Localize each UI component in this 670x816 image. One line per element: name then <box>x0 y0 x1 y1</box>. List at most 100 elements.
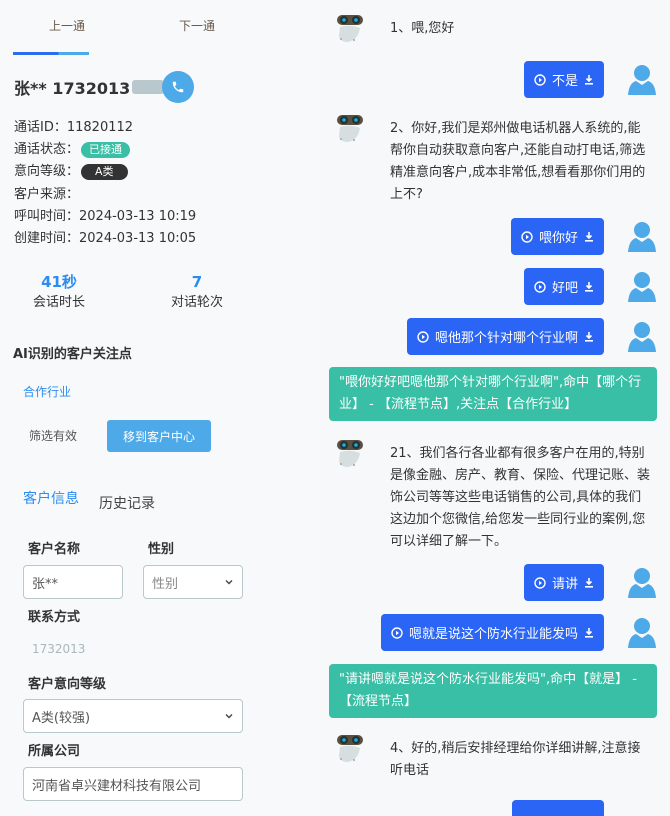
user-audio-message-partial[interactable] <box>512 800 604 816</box>
call-info-list: 通话ID： 11820112 通话状态： 已接通 意向等级： A类 客户来源： … <box>14 117 196 250</box>
download-icon <box>585 75 593 85</box>
customer-source-label: 客户来源： <box>14 186 80 202</box>
contact-label: 联系方式 <box>28 610 81 625</box>
call-id-row: 通话ID： 11820112 <box>14 117 196 139</box>
user-avatar-icon <box>624 318 660 354</box>
gender-placeholder: 性别 <box>152 576 179 592</box>
user-message-text: 喂你好 <box>538 231 578 246</box>
move-to-customer-center-button[interactable]: 移到客户中心 <box>107 420 211 452</box>
user-message-text: 好吧 <box>551 281 578 296</box>
user-avatar-icon <box>624 614 660 650</box>
phone-icon <box>173 81 184 93</box>
company-input[interactable]: 河南省卓兴建材科技有限公司 <box>23 767 243 801</box>
call-status-badge: 已接通 <box>81 142 131 159</box>
gender-label: 性别 <box>148 542 175 557</box>
intent-level-label: 意向等级： <box>14 164 80 180</box>
intent-level-row: 意向等级： A类 <box>14 161 196 183</box>
call-navigation: 上一通 下一通 <box>0 17 320 37</box>
robot-avatar-icon <box>334 12 366 46</box>
create-time-row: 创建时间： 2024-03-13 10:05 <box>14 228 196 250</box>
conversation-panel: 1、喂,您好不是 2、你好,我们是郑州做电话机器人系统的,能帮你自动获取意向客户,… <box>320 0 670 816</box>
user-avatar-icon <box>624 218 660 254</box>
play-icon <box>534 73 546 86</box>
keyword-hit-notice: "喂你好好吧嗯他那个针对哪个行业啊",命中【哪个行业】 - 【流程节点】,关注点… <box>329 367 657 421</box>
call-id-value: 11820112 <box>66 120 134 135</box>
previous-call-button[interactable]: 上一通 <box>49 17 85 34</box>
detail-tabs: 客户信息 历史记录 <box>13 488 313 524</box>
customer-title: 张** 1732013 <box>14 79 131 98</box>
intent-level-select[interactable]: A类(较强) <box>23 699 243 733</box>
intent-level-badge: A类 <box>81 164 128 181</box>
stat-duration: 41秒 会话时长 <box>9 272 109 314</box>
filter-valid-button[interactable]: 筛选有效 <box>29 427 77 444</box>
play-icon <box>534 576 546 589</box>
call-time-value: 2024-03-13 10:19 <box>79 208 197 224</box>
user-audio-message[interactable]: 喂你好 <box>510 218 604 255</box>
user-avatar-icon <box>624 268 660 304</box>
active-tab-indicator <box>13 52 89 55</box>
customer-name-label: 客户名称 <box>28 542 81 557</box>
user-message-text: 嗯他那个针对哪个行业啊 <box>434 331 578 346</box>
call-status-row: 通话状态： 已接通 <box>14 139 196 161</box>
bot-message: 2、你好,我们是郑州做电话机器人系统的,能帮你自动获取意向客户,还能自动打电话,… <box>390 121 646 202</box>
stat-rounds: 7 对话轮次 <box>147 272 247 314</box>
play-icon <box>534 280 546 293</box>
download-icon <box>585 578 593 588</box>
create-time-value: 2024-03-13 10:05 <box>79 230 197 246</box>
call-detail-page: 上一通 下一通 张** 1732013 通话ID： 11820112 通话状态：… <box>0 0 670 816</box>
download-icon <box>585 332 593 342</box>
user-message-text: 请讲 <box>551 577 578 592</box>
robot-avatar-icon <box>334 732 366 766</box>
masked-phone-segment <box>132 80 165 94</box>
user-avatar-icon <box>624 564 660 600</box>
stat-rounds-value: 7 <box>191 273 203 291</box>
tab-history[interactable]: 历史记录 <box>99 493 155 513</box>
ai-focus-tag[interactable]: 合作行业 <box>23 383 71 400</box>
stat-rounds-label: 对话轮次 <box>170 295 223 310</box>
customer-name-value: 张** <box>32 576 59 592</box>
user-message-text: 嗯就是说这个防水行业能发吗 <box>408 627 578 642</box>
call-time-label: 呼叫时间： <box>14 208 80 224</box>
user-audio-message[interactable]: 好吧 <box>523 268 604 305</box>
call-status-label: 通话状态： <box>14 142 80 158</box>
keyword-hit-notice: "请讲嗯就是说这个防水行业能发吗",命中【就是】 - 【流程节点】 <box>329 664 657 718</box>
intent-level-field-label: 客户意向等级 <box>28 677 107 692</box>
stat-duration-label: 会话时长 <box>32 295 85 310</box>
bot-message: 21、我们各行各业都有很多客户在用的,特别是像金融、房产、教育、保险、代理记账、… <box>390 446 651 549</box>
ai-focus-title: AI识别的客户关注点 <box>13 347 132 362</box>
user-audio-message[interactable]: 嗯他那个针对哪个行业啊 <box>406 318 604 355</box>
stat-duration-value: 41秒 <box>41 273 77 291</box>
chevron-down-icon <box>225 714 233 719</box>
download-icon <box>585 282 593 292</box>
chevron-down-icon <box>225 580 233 585</box>
play-icon <box>521 230 533 243</box>
play-icon <box>417 330 429 343</box>
bot-message: 4、好的,稍后安排经理给你详细讲解,注意接听电话 <box>390 741 641 778</box>
play-icon <box>391 626 403 639</box>
user-avatar-icon <box>624 61 660 97</box>
company-label: 所属公司 <box>28 744 81 759</box>
download-icon <box>585 628 593 638</box>
user-message-text: 不是 <box>551 74 578 89</box>
call-button[interactable] <box>162 71 195 103</box>
call-info-panel: 上一通 下一通 张** 1732013 通话ID： 11820112 通话状态：… <box>0 0 320 816</box>
user-audio-message[interactable]: 不是 <box>523 61 604 98</box>
customer-name-input[interactable]: 张** <box>23 565 123 599</box>
customer-title-row: 张** 1732013 <box>14 71 195 103</box>
gender-select[interactable]: 性别 <box>143 565 243 599</box>
download-icon <box>585 232 593 242</box>
customer-source-row: 客户来源： <box>14 184 196 206</box>
contact-value: 1732013 <box>32 642 86 656</box>
call-time-row: 呼叫时间： 2024-03-13 10:19 <box>14 206 196 228</box>
call-id-label: 通话ID： <box>14 120 67 135</box>
company-value: 河南省卓兴建材科技有限公司 <box>32 778 202 794</box>
intent-level-select-value: A类(较强) <box>32 710 91 726</box>
create-time-label: 创建时间： <box>14 230 80 246</box>
tab-customer-info[interactable]: 客户信息 <box>23 488 79 508</box>
bot-message: 1、喂,您好 <box>390 21 455 36</box>
user-audio-message[interactable]: 请讲 <box>523 564 604 601</box>
next-call-button[interactable]: 下一通 <box>179 17 215 34</box>
user-audio-message[interactable]: 嗯就是说这个防水行业能发吗 <box>380 614 604 651</box>
robot-avatar-icon <box>334 437 366 471</box>
robot-avatar-icon <box>334 112 366 146</box>
